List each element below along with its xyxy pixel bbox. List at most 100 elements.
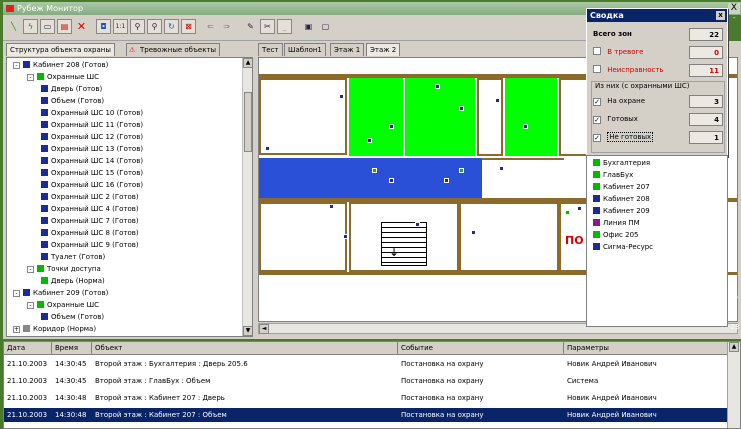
sensor[interactable] — [389, 124, 394, 129]
scroll-down-button[interactable]: ▼ — [243, 326, 252, 336]
sensor[interactable] — [372, 168, 377, 173]
tree-item[interactable]: + Коридор (Норма) — [13, 324, 96, 335]
zoom-out-icon[interactable]: ⚲ — [147, 19, 162, 34]
tree-expander[interactable]: - — [27, 74, 34, 81]
object-tree[interactable]: - Кабинет 208 (Готов) - Охранные ШС Дверь (Г… — [6, 57, 253, 337]
sensor[interactable] — [339, 94, 344, 99]
log-vertical-scrollbar[interactable]: ▲ — [727, 342, 740, 428]
table-row[interactable]: 21.10.2003 14:30:48 Второй этаж : Кабинет … — [4, 408, 728, 422]
room-green[interactable] — [505, 78, 557, 156]
arrow-right-icon[interactable]: ⇒ — [219, 19, 234, 34]
sensor[interactable] — [343, 234, 348, 239]
refresh-icon[interactable]: ↻ — [164, 19, 179, 34]
tree-item[interactable]: Охранный ШС 9 (Готов) — [41, 240, 139, 251]
edit-icon[interactable]: ✎ — [243, 19, 258, 34]
sensor[interactable] — [565, 210, 570, 215]
delete-icon[interactable]: ▤ — [57, 19, 72, 34]
exit-icon[interactable]: ⊠ — [181, 19, 196, 34]
sensor[interactable] — [499, 166, 504, 171]
tree-expander[interactable]: - — [27, 266, 34, 273]
tree-item[interactable]: - Кабинет 208 (Готов) — [13, 60, 108, 71]
scroll-thumb[interactable] — [244, 92, 252, 152]
column-header[interactable]: Время — [52, 342, 92, 355]
tree-item[interactable]: Охранный ШС 16 (Готов) — [41, 180, 143, 191]
sensor[interactable] — [459, 106, 464, 111]
column-header[interactable]: Дата — [4, 342, 52, 355]
sensor[interactable] — [577, 206, 582, 211]
tab-alarms[interactable]: ⚠ Тревожные объекты — [126, 43, 221, 56]
tree-item[interactable]: - Кабинет 209 (Готов) — [13, 288, 108, 299]
tab-1[interactable]: Тест — [258, 43, 283, 56]
lightning-icon[interactable]: ϟ — [23, 19, 38, 34]
table-row[interactable]: 21.10.2003 14:30:45 Второй этаж : Бухгалте… — [4, 357, 728, 371]
select-icon[interactable]: ◘ — [96, 19, 111, 34]
tree-item[interactable]: Туалет (Готов) — [41, 252, 105, 263]
tree-item[interactable]: Охранный ШС 8 (Готов) — [41, 228, 139, 239]
legend-item[interactable]: ГлавБух — [593, 169, 633, 181]
legend-item[interactable]: Бухгалтерия — [593, 157, 650, 169]
fault-checkbox[interactable] — [593, 65, 601, 73]
tree-vertical-scrollbar[interactable]: ▲ ▼ — [242, 58, 252, 336]
tree-item[interactable]: Охранный ШС 2 (Готов) — [41, 192, 139, 203]
sensor[interactable] — [329, 204, 334, 209]
tree-item[interactable]: Охранный ШС 10 (Готов) — [41, 108, 143, 119]
tree-item[interactable]: Охранный ШС 13 (Готов) — [41, 144, 143, 155]
sensor[interactable] — [459, 168, 464, 173]
empty-icon[interactable]: _ — [277, 19, 292, 34]
window-icon[interactable]: ▢ — [318, 19, 333, 34]
tree-expander[interactable]: + — [13, 326, 20, 333]
room-white[interactable] — [459, 202, 559, 272]
tree-item[interactable]: Охранный ШС 11 (Готов) — [41, 120, 143, 131]
arrow-left-icon[interactable]: ⇐ — [203, 19, 218, 34]
room-green[interactable] — [349, 78, 403, 156]
sensor[interactable] — [435, 84, 440, 89]
event-log[interactable]: Дата Время Объект Событие Параметры 21.10.20… — [3, 341, 741, 429]
sensor[interactable] — [444, 178, 449, 183]
scroll-up-button[interactable]: ▲ — [243, 58, 252, 68]
summary-title-bar[interactable]: Сводка x — [587, 9, 727, 22]
sensor[interactable] — [265, 146, 270, 151]
corridor[interactable] — [482, 158, 564, 198]
alarm-checkbox[interactable] — [593, 47, 601, 55]
zoom-in-icon[interactable]: ⚲ — [130, 19, 145, 34]
tab-2[interactable]: Шаблон1 — [284, 43, 326, 56]
sensor[interactable] — [471, 230, 476, 235]
column-header[interactable]: Событие — [398, 342, 564, 355]
cross-icon[interactable]: ✕ — [74, 19, 89, 34]
table-row[interactable]: 21.10.2003 14:30:48 Второй этаж : Кабинет … — [4, 391, 728, 405]
cut-icon[interactable]: ✂ — [260, 19, 275, 34]
save-icon[interactable]: ▣ — [301, 19, 316, 34]
scroll-left-button[interactable]: ◄ — [259, 324, 269, 334]
document-icon[interactable]: ▭ — [40, 19, 55, 34]
column-header[interactable]: Объект — [92, 342, 398, 355]
tree-item[interactable]: - Точки доступа — [27, 264, 101, 275]
legend-item[interactable]: Кабинет 208 — [593, 193, 650, 205]
tree-item[interactable]: - Охранные ШС — [27, 300, 99, 311]
tab-structure[interactable]: Структура объекта охраны — [6, 43, 115, 56]
tree-item[interactable]: Охранный ШС 7 (Готов) — [41, 216, 139, 227]
zones-legend[interactable]: Бухгалтерия ГлавБух Кабинет 207 Кабинет 208… — [586, 155, 728, 327]
tree-item[interactable]: Дверь (Готов) — [41, 84, 102, 95]
room-green[interactable] — [405, 78, 475, 156]
line-tool-icon[interactable]: ╲ — [6, 19, 21, 34]
legend-item[interactable]: Сигма-Ресурс — [593, 241, 653, 253]
tab-4[interactable]: Этаж 2 — [366, 43, 401, 56]
tree-item[interactable]: Объем (Готов) — [41, 96, 104, 107]
tree-item[interactable]: - Охранные ШС — [27, 72, 99, 83]
sensor[interactable] — [415, 222, 420, 227]
room-white[interactable] — [259, 78, 347, 155]
tree-item[interactable]: Охранный ШС 15 (Готов) — [41, 168, 143, 179]
tree-item[interactable]: Охранный ШС 12 (Готов) — [41, 132, 143, 143]
tree-expander[interactable]: - — [27, 302, 34, 309]
tree-expander[interactable]: - — [13, 290, 20, 297]
ready-checkbox[interactable]: ✓ — [593, 116, 601, 124]
sensor[interactable] — [389, 178, 394, 183]
zoom-1-1-icon[interactable]: 1:1 — [113, 19, 128, 34]
table-row[interactable]: 21.10.2003 14:30:45 Второй этаж : ГлавБух … — [4, 374, 728, 388]
window-close-button[interactable]: X — [728, 3, 740, 14]
legend-item[interactable]: Офис 205 — [593, 229, 638, 241]
sensor[interactable] — [523, 124, 528, 129]
column-header[interactable]: Параметры — [564, 342, 728, 355]
legend-item[interactable]: Линия ПМ — [593, 217, 640, 229]
notready-checkbox[interactable]: ✓ — [593, 134, 601, 142]
